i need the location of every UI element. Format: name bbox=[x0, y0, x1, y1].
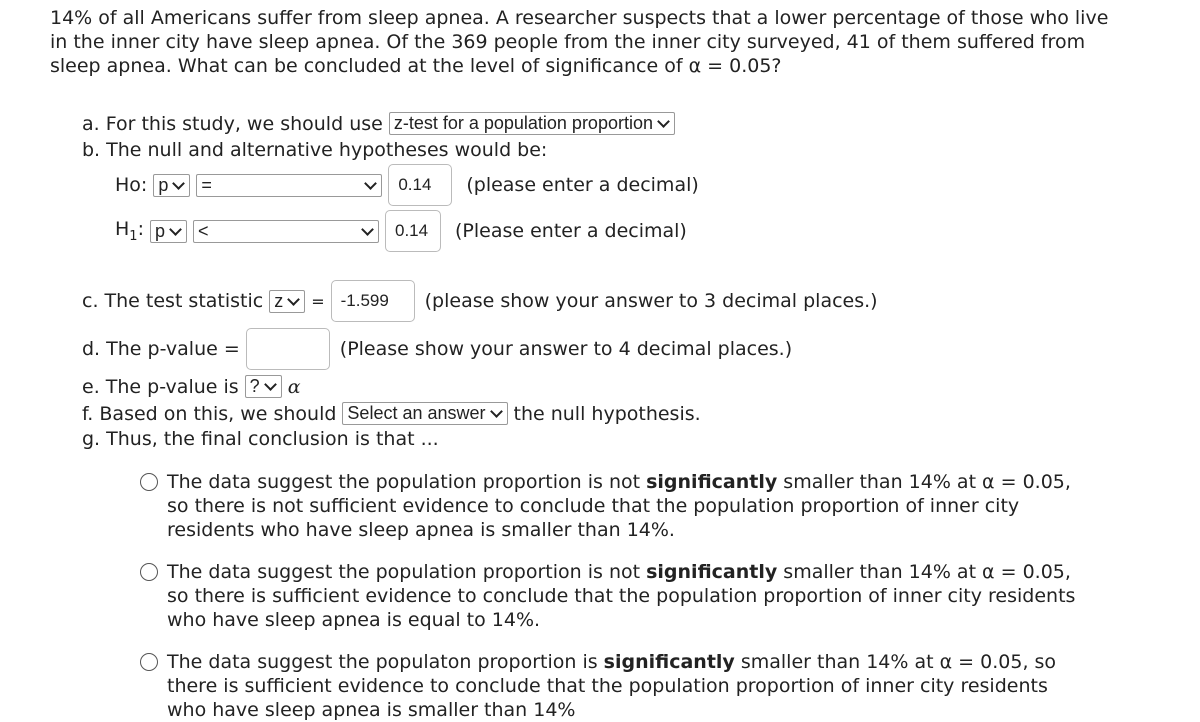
conclusion-option-2[interactable]: The data suggest the population proporti… bbox=[140, 560, 1087, 632]
part-d: d. The p-value = (Please show your answe… bbox=[82, 328, 792, 370]
h1-row: H1: p < 0.14 (Please enter a decimal) bbox=[115, 210, 687, 252]
part-d-hint: (Please show your answer to 4 decimal pl… bbox=[339, 338, 793, 360]
test-type-value: z-test for a population proportion bbox=[393, 113, 653, 133]
h0-operator-value: = bbox=[201, 174, 212, 195]
h0-row: Ho: p = 0.14 (please enter a decimal) bbox=[115, 164, 699, 206]
h1-label-text: H bbox=[115, 218, 130, 241]
part-c-label: c. The test statistic bbox=[82, 290, 264, 312]
comparison-select[interactable]: ? bbox=[244, 375, 282, 398]
statistic-value: z bbox=[274, 290, 284, 311]
decision-select[interactable]: Select an answer bbox=[342, 402, 508, 425]
part-f-label: f. Based on this, we should bbox=[82, 402, 337, 425]
option-text: The data suggest the population proporti… bbox=[167, 561, 647, 583]
option-bold: significantly bbox=[603, 651, 735, 673]
chevron-down-icon bbox=[169, 222, 182, 236]
h1-operator-value: < bbox=[198, 220, 209, 241]
option-bold: significantly bbox=[646, 561, 778, 583]
part-g-label: g. Thus, the final conclusion is that ..… bbox=[82, 428, 439, 450]
conclusion-option-3[interactable]: The data suggest the populaton proportio… bbox=[140, 650, 1087, 722]
conclusion-option-1[interactable]: The data suggest the population proporti… bbox=[140, 470, 1087, 542]
equals-sign: = bbox=[311, 291, 325, 311]
part-f-after: the null hypothesis. bbox=[513, 402, 701, 425]
part-c-hint: (please show your answer to 3 decimal pl… bbox=[424, 290, 878, 312]
chevron-down-icon bbox=[364, 176, 378, 190]
chevron-down-icon bbox=[361, 222, 374, 236]
h1-operator-select[interactable]: < bbox=[193, 219, 379, 243]
h1-hint: (Please enter a decimal) bbox=[455, 220, 687, 242]
h0-hint: (please enter a decimal) bbox=[466, 174, 699, 196]
part-d-label: d. The p-value = bbox=[82, 338, 240, 360]
radio-button[interactable] bbox=[140, 653, 158, 671]
h1-param-select[interactable]: p bbox=[149, 219, 187, 243]
part-e: e. The p-value is ? α bbox=[82, 375, 301, 398]
radio-button[interactable] bbox=[140, 563, 158, 581]
statistic-select[interactable]: z bbox=[269, 289, 306, 313]
h1-param-value: p bbox=[154, 220, 165, 241]
comparison-value: ? bbox=[249, 376, 260, 396]
part-a-label: a. For this study, we should use bbox=[82, 112, 383, 135]
chevron-down-icon bbox=[263, 378, 277, 391]
radio-button[interactable] bbox=[140, 473, 158, 491]
chevron-down-icon bbox=[657, 115, 670, 128]
h1-colon: : bbox=[137, 218, 144, 241]
part-e-label: e. The p-value is bbox=[82, 375, 239, 398]
h1-label: H1: bbox=[115, 218, 144, 244]
h0-operator-select[interactable]: = bbox=[196, 173, 383, 197]
option-bold: significantly bbox=[646, 471, 778, 493]
test-statistic-input[interactable]: -1.599 bbox=[330, 280, 415, 322]
h1-value-input[interactable]: 0.14 bbox=[385, 210, 441, 252]
part-c: c. The test statistic z = -1.599 (please… bbox=[82, 280, 878, 322]
alpha-symbol: α bbox=[287, 375, 301, 398]
option-text: The data suggest the population proporti… bbox=[167, 471, 647, 493]
question-text: 14% of all Americans suffer from sleep a… bbox=[50, 7, 1109, 77]
part-f: f. Based on this, we should Select an an… bbox=[82, 402, 701, 425]
option-text: The data suggest the populaton proportio… bbox=[167, 651, 604, 673]
test-type-select[interactable]: z-test for a population proportion bbox=[388, 112, 675, 135]
decision-value: Select an answer bbox=[347, 403, 486, 423]
p-value-input[interactable] bbox=[245, 328, 330, 370]
h0-value-input[interactable]: 0.14 bbox=[388, 164, 453, 206]
h1-subscript: 1 bbox=[129, 228, 138, 244]
h0-label: Ho: bbox=[115, 174, 148, 196]
chevron-down-icon bbox=[172, 176, 186, 190]
part-b-label: b. The null and alternative hypotheses w… bbox=[82, 139, 548, 161]
h0-param-select[interactable]: p bbox=[153, 173, 191, 197]
chevron-down-icon bbox=[489, 405, 503, 418]
h0-param-value: p bbox=[158, 174, 169, 195]
part-a: a. For this study, we should use z-test … bbox=[82, 112, 675, 135]
chevron-down-icon bbox=[287, 292, 301, 306]
